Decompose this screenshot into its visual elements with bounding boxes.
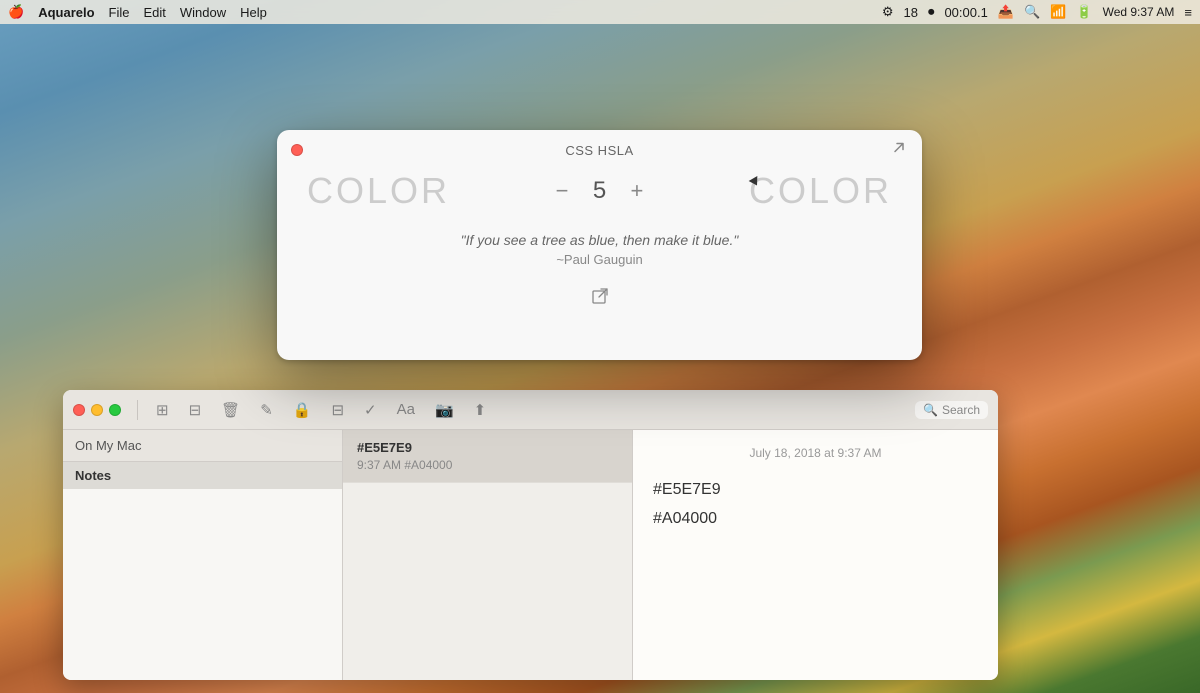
table-icon[interactable]: ⊟: [325, 398, 350, 422]
menubar-left: 🍎 Aquarelo File Edit Window Help: [8, 4, 267, 20]
window-menu[interactable]: Window: [180, 5, 226, 20]
aquarelo-window: CSS HSLA COLOR − 5 + COLOR "If you see a…: [277, 130, 922, 360]
checklist-icon[interactable]: ✓: [358, 398, 383, 422]
note-content-body: #E5E7E9 #A04000: [653, 476, 978, 534]
color-label-right: COLOR: [749, 170, 892, 212]
note-item-meta: 9:37 AM #A04000: [357, 458, 618, 472]
notes-list: [63, 489, 342, 680]
window-action-icon[interactable]: [890, 139, 908, 162]
grid-view-icon[interactable]: ⊟: [183, 398, 208, 422]
notes-toolbar: ⊞ ⊟ 🗑 ✎ 🔒 ⊟ ✓ Aa 📷 ⬆ 🔍 Search: [63, 390, 998, 430]
quote-text: "If you see a tree as blue, then make it…: [461, 232, 739, 248]
note-date: July 18, 2018 at 9:37 AM: [653, 446, 978, 460]
lock-note-icon[interactable]: 🔒: [287, 398, 318, 422]
window-titlebar: CSS HSLA: [277, 130, 922, 170]
app-name-menu[interactable]: Aquarelo: [38, 5, 94, 20]
notes-body: On My Mac Notes #E5E7E9 9:37 AM #A04000 …: [63, 430, 998, 680]
clock-display: Wed 9:37 AM: [1103, 5, 1175, 19]
apple-menu[interactable]: 🍎: [8, 4, 24, 20]
window-title: CSS HSLA: [565, 143, 633, 158]
stepper-minus-button[interactable]: −: [556, 180, 569, 202]
color-row: COLOR − 5 + COLOR: [307, 170, 892, 212]
note-content-line1: #E5E7E9: [653, 476, 978, 505]
share-icon[interactable]: 📤: [998, 4, 1014, 20]
note-item-title: #E5E7E9: [357, 440, 618, 455]
close-button-notes[interactable]: [73, 404, 85, 416]
help-menu[interactable]: Help: [240, 5, 267, 20]
stepper-value: 5: [585, 177, 615, 205]
quote-author: ~Paul Gauguin: [461, 252, 739, 267]
battery-icon[interactable]: 18: [903, 5, 917, 20]
window-body: COLOR − 5 + COLOR "If you see a tree as …: [277, 170, 922, 360]
stepper-plus-button[interactable]: +: [631, 180, 644, 202]
quote-section: "If you see a tree as blue, then make it…: [461, 232, 739, 267]
system-prefs-icon[interactable]: ⚙: [882, 4, 894, 20]
spotlight-icon[interactable]: 🔍: [1024, 4, 1040, 20]
notes-window: ⊞ ⊟ 🗑 ✎ 🔒 ⊟ ✓ Aa 📷 ⬆ 🔍 Search On My Mac …: [63, 390, 998, 680]
traffic-lights: [73, 404, 121, 416]
minimize-button-notes[interactable]: [91, 404, 103, 416]
edit-note-icon[interactable]: ✎: [254, 398, 279, 422]
color-label-left: COLOR: [307, 170, 450, 212]
edit-menu[interactable]: Edit: [143, 5, 165, 20]
share-note-icon[interactable]: ⬆: [468, 398, 493, 422]
search-icon: 🔍: [923, 403, 938, 417]
media-icon[interactable]: 📷: [429, 398, 460, 422]
record-icon[interactable]: ⏺: [928, 4, 935, 20]
notes-middle: #E5E7E9 9:37 AM #A04000: [343, 430, 633, 680]
note-content-line2: #A04000: [653, 505, 978, 534]
fullscreen-button-notes[interactable]: [109, 404, 121, 416]
close-button[interactable]: [291, 144, 303, 156]
toolbar-separator-1: [137, 400, 138, 420]
menubar: 🍎 Aquarelo File Edit Window Help ⚙ 18 ⏺ …: [0, 0, 1200, 24]
sidebar-toggle-icon[interactable]: ⊞: [150, 398, 175, 422]
timer-display: 00:00.1: [944, 5, 987, 20]
search-label[interactable]: Search: [942, 403, 980, 417]
stepper: − 5 +: [556, 177, 644, 205]
battery-status-icon: 🔋: [1076, 4, 1092, 20]
wifi-icon[interactable]: 📶: [1050, 4, 1066, 20]
notes-sidebar: On My Mac Notes: [63, 430, 343, 680]
file-menu[interactable]: File: [109, 5, 130, 20]
toolbar-search: 🔍 Search: [915, 401, 988, 419]
delete-note-icon[interactable]: 🗑: [215, 398, 246, 422]
sidebar-header: On My Mac: [63, 430, 342, 462]
notes-content: July 18, 2018 at 9:37 AM #E5E7E9 #A04000: [633, 430, 998, 680]
external-link-icon[interactable]: [591, 287, 609, 310]
menubar-right: ⚙ 18 ⏺ 00:00.1 📤 🔍 📶 🔋 Wed 9:37 AM ≡: [882, 4, 1192, 20]
format-icon[interactable]: Aa: [391, 398, 421, 421]
notification-center-icon[interactable]: ≡: [1184, 5, 1192, 20]
notes-category[interactable]: Notes: [63, 462, 342, 489]
note-item-selected[interactable]: #E5E7E9 9:37 AM #A04000: [343, 430, 632, 483]
